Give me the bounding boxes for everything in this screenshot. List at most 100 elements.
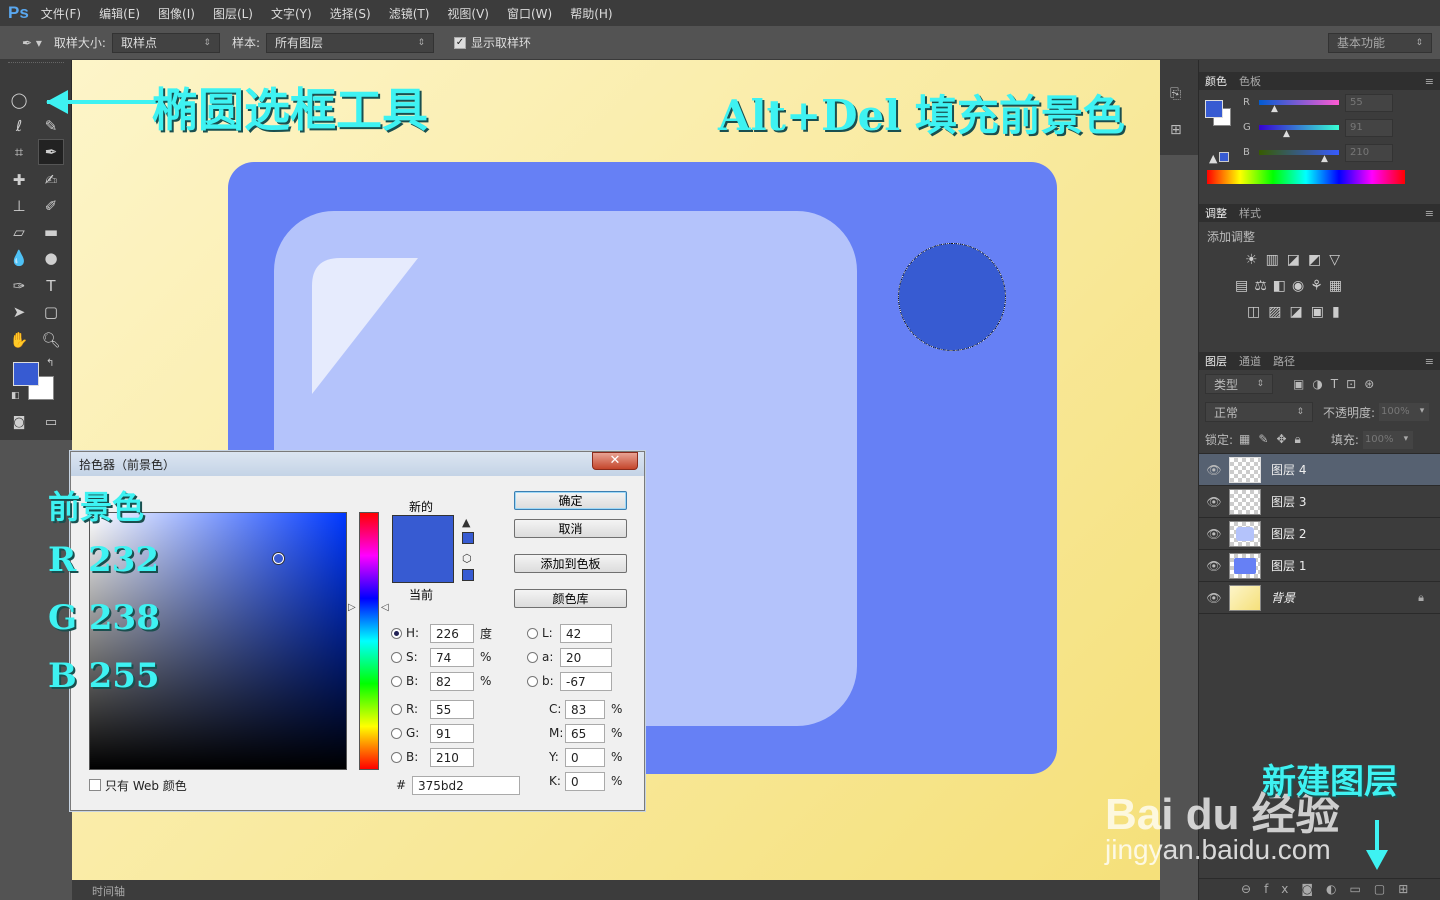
- r-radio[interactable]: [391, 703, 402, 715]
- menu-layer[interactable]: 图层(L): [213, 5, 253, 22]
- menu-window[interactable]: 窗口(W): [507, 5, 552, 22]
- adjustment-layer-icon[interactable]: ◐: [1326, 882, 1349, 896]
- l-input[interactable]: 42: [560, 623, 612, 643]
- visibility-eye-icon[interactable]: 👁︎: [1199, 527, 1229, 541]
- visibility-eye-icon[interactable]: 👁︎: [1199, 591, 1229, 605]
- quick-select-tool-icon[interactable]: ✎: [38, 113, 64, 139]
- color-lookup-icon[interactable]: ▦: [1329, 278, 1348, 294]
- lab-b-input[interactable]: -67: [560, 671, 612, 691]
- properties-panel-icon[interactable]: ⊞: [1170, 122, 1182, 138]
- shape-tool-icon[interactable]: ▢: [38, 299, 64, 325]
- default-colors-icon[interactable]: ◧: [11, 391, 20, 401]
- layer-row[interactable]: 👁︎ 背景 🔒︎: [1199, 582, 1440, 614]
- g-radio[interactable]: [391, 727, 402, 739]
- g-value[interactable]: 91: [1345, 118, 1393, 137]
- r-value[interactable]: 55: [1345, 93, 1393, 112]
- hand-tool-icon[interactable]: ✋: [6, 327, 32, 353]
- exposure-icon[interactable]: ◩: [1308, 252, 1329, 268]
- fill-dropdown-icon[interactable]: ▾: [1398, 430, 1413, 449]
- blend-mode-select[interactable]: 正常 ⇕: [1205, 402, 1313, 422]
- vibrance-icon[interactable]: ▽: [1329, 252, 1348, 268]
- brightness-input[interactable]: 82: [430, 671, 474, 691]
- menu-help[interactable]: 帮助(H): [570, 5, 612, 22]
- m-input[interactable]: 65: [565, 723, 605, 743]
- brightness-radio[interactable]: [391, 675, 402, 687]
- workspace-select[interactable]: 基本功能 ⇕: [1328, 32, 1432, 53]
- tab-adjustments[interactable]: 调整: [1205, 205, 1227, 221]
- s-radio[interactable]: [391, 651, 402, 663]
- blur-tool-icon[interactable]: 💧: [6, 245, 32, 271]
- selective-color-icon[interactable]: ▣: [1311, 304, 1332, 320]
- web-cube-icon[interactable]: ⬡: [462, 552, 472, 565]
- b-value[interactable]: 210: [1345, 143, 1393, 162]
- gradient-tool-icon[interactable]: ▬: [38, 219, 64, 245]
- g-input[interactable]: 91: [430, 723, 474, 743]
- color-balance-icon[interactable]: ⚖: [1254, 278, 1273, 294]
- layer-row[interactable]: 👁︎ 图层 4: [1199, 454, 1440, 486]
- add-to-swatches-button[interactable]: 添加到色板: [514, 554, 627, 573]
- quick-mask-icon[interactable]: ◙: [6, 409, 32, 435]
- brush-tool-icon[interactable]: ✍: [38, 167, 64, 193]
- menu-edit[interactable]: 编辑(E): [99, 5, 140, 22]
- dialog-titlebar[interactable]: 拾色器（前景色） ✕: [71, 452, 644, 476]
- l-radio[interactable]: [527, 627, 538, 639]
- layer-filter-select[interactable]: 类型 ⇕: [1205, 374, 1273, 394]
- stamp-tool-icon[interactable]: ⊥: [6, 193, 32, 219]
- path-select-tool-icon[interactable]: ➤: [6, 299, 32, 325]
- panel-menu-icon[interactable]: ≡: [1425, 75, 1434, 88]
- tab-color[interactable]: 颜色: [1205, 73, 1227, 89]
- lab-b-radio[interactable]: [527, 675, 538, 687]
- color-spectrum-bar[interactable]: [1207, 170, 1405, 184]
- layer-row[interactable]: 👁︎ 图层 3: [1199, 486, 1440, 518]
- panel-fg-swatch[interactable]: [1205, 100, 1223, 118]
- menu-type[interactable]: 文字(Y): [271, 5, 312, 22]
- foreground-color-swatch[interactable]: [13, 362, 39, 386]
- a-input[interactable]: 20: [560, 647, 612, 667]
- cancel-button[interactable]: 取消: [514, 519, 627, 538]
- photo-filter-icon[interactable]: ◉: [1292, 278, 1310, 294]
- s-input[interactable]: 74: [430, 647, 474, 667]
- b-input[interactable]: 210: [430, 747, 474, 767]
- fill-input[interactable]: 100%: [1362, 430, 1399, 449]
- h-radio[interactable]: [391, 627, 402, 639]
- link-layers-icon[interactable]: ⊖: [1241, 882, 1264, 896]
- show-ring-checkbox[interactable]: ✓: [454, 36, 466, 49]
- opacity-input[interactable]: 100%: [1379, 403, 1416, 421]
- posterize-icon[interactable]: ▨: [1268, 304, 1289, 320]
- group-icon[interactable]: ▭: [1350, 882, 1374, 896]
- brightness-icon[interactable]: ☀: [1245, 252, 1266, 268]
- menu-file[interactable]: 文件(F): [41, 5, 81, 22]
- opacity-dropdown-icon[interactable]: ▾: [1415, 403, 1430, 421]
- web-swatch[interactable]: [462, 569, 474, 581]
- color-libraries-button[interactable]: 颜色库: [514, 589, 627, 608]
- crop-tool-icon[interactable]: ⌗: [6, 139, 32, 165]
- threshold-icon[interactable]: ◪: [1289, 304, 1310, 320]
- r-input[interactable]: 55: [430, 699, 474, 719]
- gradient-map-icon[interactable]: ▮: [1332, 304, 1348, 320]
- menu-image[interactable]: 图像(I): [158, 5, 195, 22]
- lasso-tool-icon[interactable]: ℓ: [6, 113, 32, 139]
- curves-icon[interactable]: ◪: [1287, 252, 1308, 268]
- r-slider[interactable]: ▲: [1259, 100, 1339, 114]
- menu-filter[interactable]: 滤镜(T): [389, 5, 430, 22]
- tab-swatches[interactable]: 色板: [1239, 73, 1261, 89]
- history-panel-icon[interactable]: ⎘: [1170, 86, 1181, 102]
- b-slider[interactable]: ▲: [1259, 150, 1339, 164]
- screen-mode-icon[interactable]: ▭: [38, 409, 64, 435]
- c-input[interactable]: 83: [565, 699, 605, 719]
- tab-paths[interactable]: 路径: [1273, 353, 1295, 369]
- mask-icon[interactable]: ◙: [1301, 882, 1326, 896]
- web-only-checkbox[interactable]: [89, 779, 101, 791]
- panel-menu-icon[interactable]: ≡: [1425, 355, 1434, 368]
- close-icon[interactable]: ✕: [592, 452, 638, 470]
- history-brush-tool-icon[interactable]: ✐: [38, 193, 64, 219]
- lock-icons[interactable]: ▦✎✥🔒︎: [1239, 432, 1309, 447]
- k-input[interactable]: 0: [565, 771, 605, 791]
- panel-menu-icon[interactable]: ≡: [1425, 207, 1434, 220]
- hue-slider[interactable]: [359, 512, 379, 770]
- sample-select[interactable]: 所有图层 ⇕: [266, 32, 434, 53]
- layer-row[interactable]: 👁︎ 图层 1: [1199, 550, 1440, 582]
- hex-input[interactable]: 375bd2: [412, 775, 520, 795]
- a-radio[interactable]: [527, 651, 538, 663]
- type-tool-icon[interactable]: T: [38, 273, 64, 299]
